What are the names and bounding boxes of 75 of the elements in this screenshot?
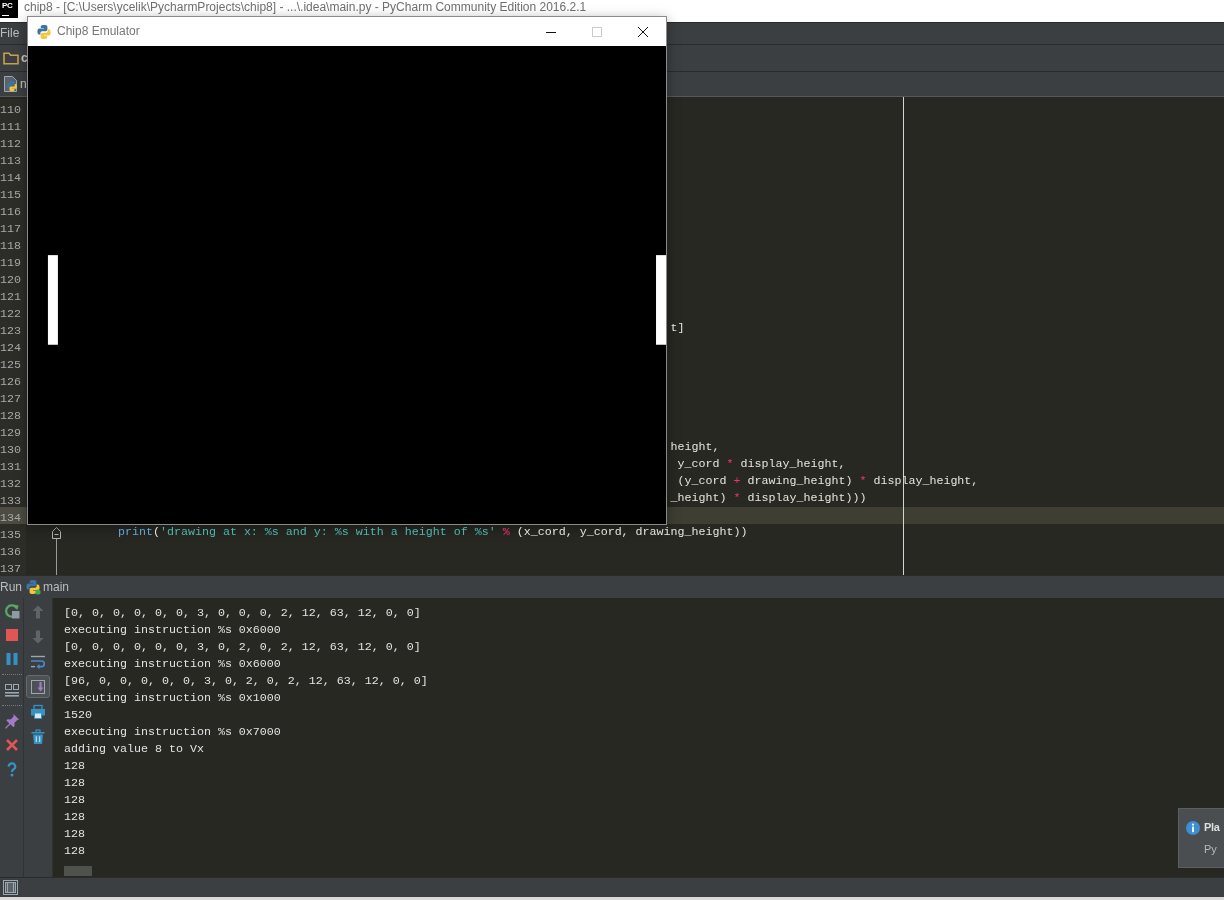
console-line: executing instruction %s 0x6000 [64,656,281,673]
line-number: 130 [0,443,21,457]
line-number: 117 [0,222,21,236]
line-number: 124 [0,341,21,355]
line-number: 121 [0,290,21,304]
line-number: 114 [0,171,21,185]
line-number: 137 [0,562,21,575]
line-number: 118 [0,239,21,253]
console-line: executing instruction %s 0x1000 [64,690,281,707]
line-number: 119 [0,256,21,270]
trash-icon[interactable] [30,728,46,745]
python-logo-icon [25,579,41,595]
line-number: 132 [0,477,21,491]
layout-icon[interactable] [3,682,20,698]
console-line: 1520 [64,707,92,724]
line-number: 113 [0,154,21,168]
menu-item[interactable]: File [0,26,20,41]
line-number: 115 [0,188,21,202]
rerun-icon[interactable] [3,603,20,619]
window-title: chip8 - [C:\Users\ycelik\PycharmProjects\chip8] - ...\.idea\main.py - PyCharm Community Edition 2016.2.1 [24,0,587,15]
line-number: 136 [0,545,21,559]
line-number: 129 [0,426,21,440]
line-number: 133 [0,494,21,508]
console-line: adding value 8 to Vx [64,741,204,758]
python-file-icon [3,76,19,92]
code-line: height, [670,439,720,456]
code-line: t] [670,320,685,337]
editor-tab[interactable]: n [3,76,27,92]
line-number: 135 [0,528,21,542]
line-number: 116 [0,205,21,219]
line-number: 112 [0,137,21,151]
line-number: 120 [0,273,21,287]
line-number: 123 [0,324,21,338]
python-logo-icon [36,23,52,40]
console-line: 128 [64,826,85,843]
tool-window-title: Run [0,579,22,595]
line-number: 126 [0,375,21,389]
console-line: 128 [64,792,85,809]
window-title: Chip8 Emulator [57,24,140,39]
pin-icon[interactable] [3,713,20,729]
line-number: 125 [0,358,21,372]
line-number: 111 [0,120,21,134]
text-wrap-icon[interactable] [30,653,46,670]
scrollbar-thumb[interactable] [64,866,92,876]
printer-icon[interactable] [30,703,46,720]
code-line: print('drawing at x: %s and y: %s with a height of %s' % (x_cord, y_cord, drawing_height)) [117,524,748,541]
console-line: [96, 0, 0, 0, 0, 0, 3, 0, 2, 0, 2, 12, 63, 12, 0, 0] [64,673,428,690]
notification-title: Pla [1204,820,1220,835]
console-line: executing instruction %s 0x7000 [64,724,281,741]
notification-text: Py [1204,842,1218,857]
line-number: 122 [0,307,21,321]
console-line: [0, 0, 0, 0, 0, 0, 3, 0, 0, 0, 2, 12, 63, 12, 0, 0] [64,605,421,622]
line-number: 127 [0,392,21,406]
console-line: [0, 0, 0, 0, 0, 0, 3, 0, 2, 0, 2, 12, 63, 12, 0, 0] [64,639,421,656]
console-line: 128 [64,809,85,826]
code-line: _height) * display_height))) [670,490,867,507]
run-tab[interactable]: main [25,579,70,595]
line-number: 110 [0,103,21,117]
line-number: 134 [0,511,21,525]
code-line: y_cord * display_height, [676,456,846,473]
breadcrumb-item[interactable]: c [3,50,28,66]
stop-icon[interactable] [3,627,20,643]
fold-marker-icon[interactable] [52,526,61,539]
frame-icon[interactable] [3,880,18,895]
line-number: 131 [0,460,21,474]
close-icon[interactable] [638,26,648,37]
notification-balloon[interactable]: Pla Py [1178,808,1224,868]
folder-icon [3,51,19,65]
console-line: 128 [64,775,85,792]
console-line: executing instruction %s 0x6000 [64,622,281,639]
console-line: 128 [64,843,85,860]
app-logo: PC [0,0,18,18]
console-line: 128 [64,758,85,775]
info-icon [1186,821,1200,835]
line-number: 128 [0,409,21,423]
